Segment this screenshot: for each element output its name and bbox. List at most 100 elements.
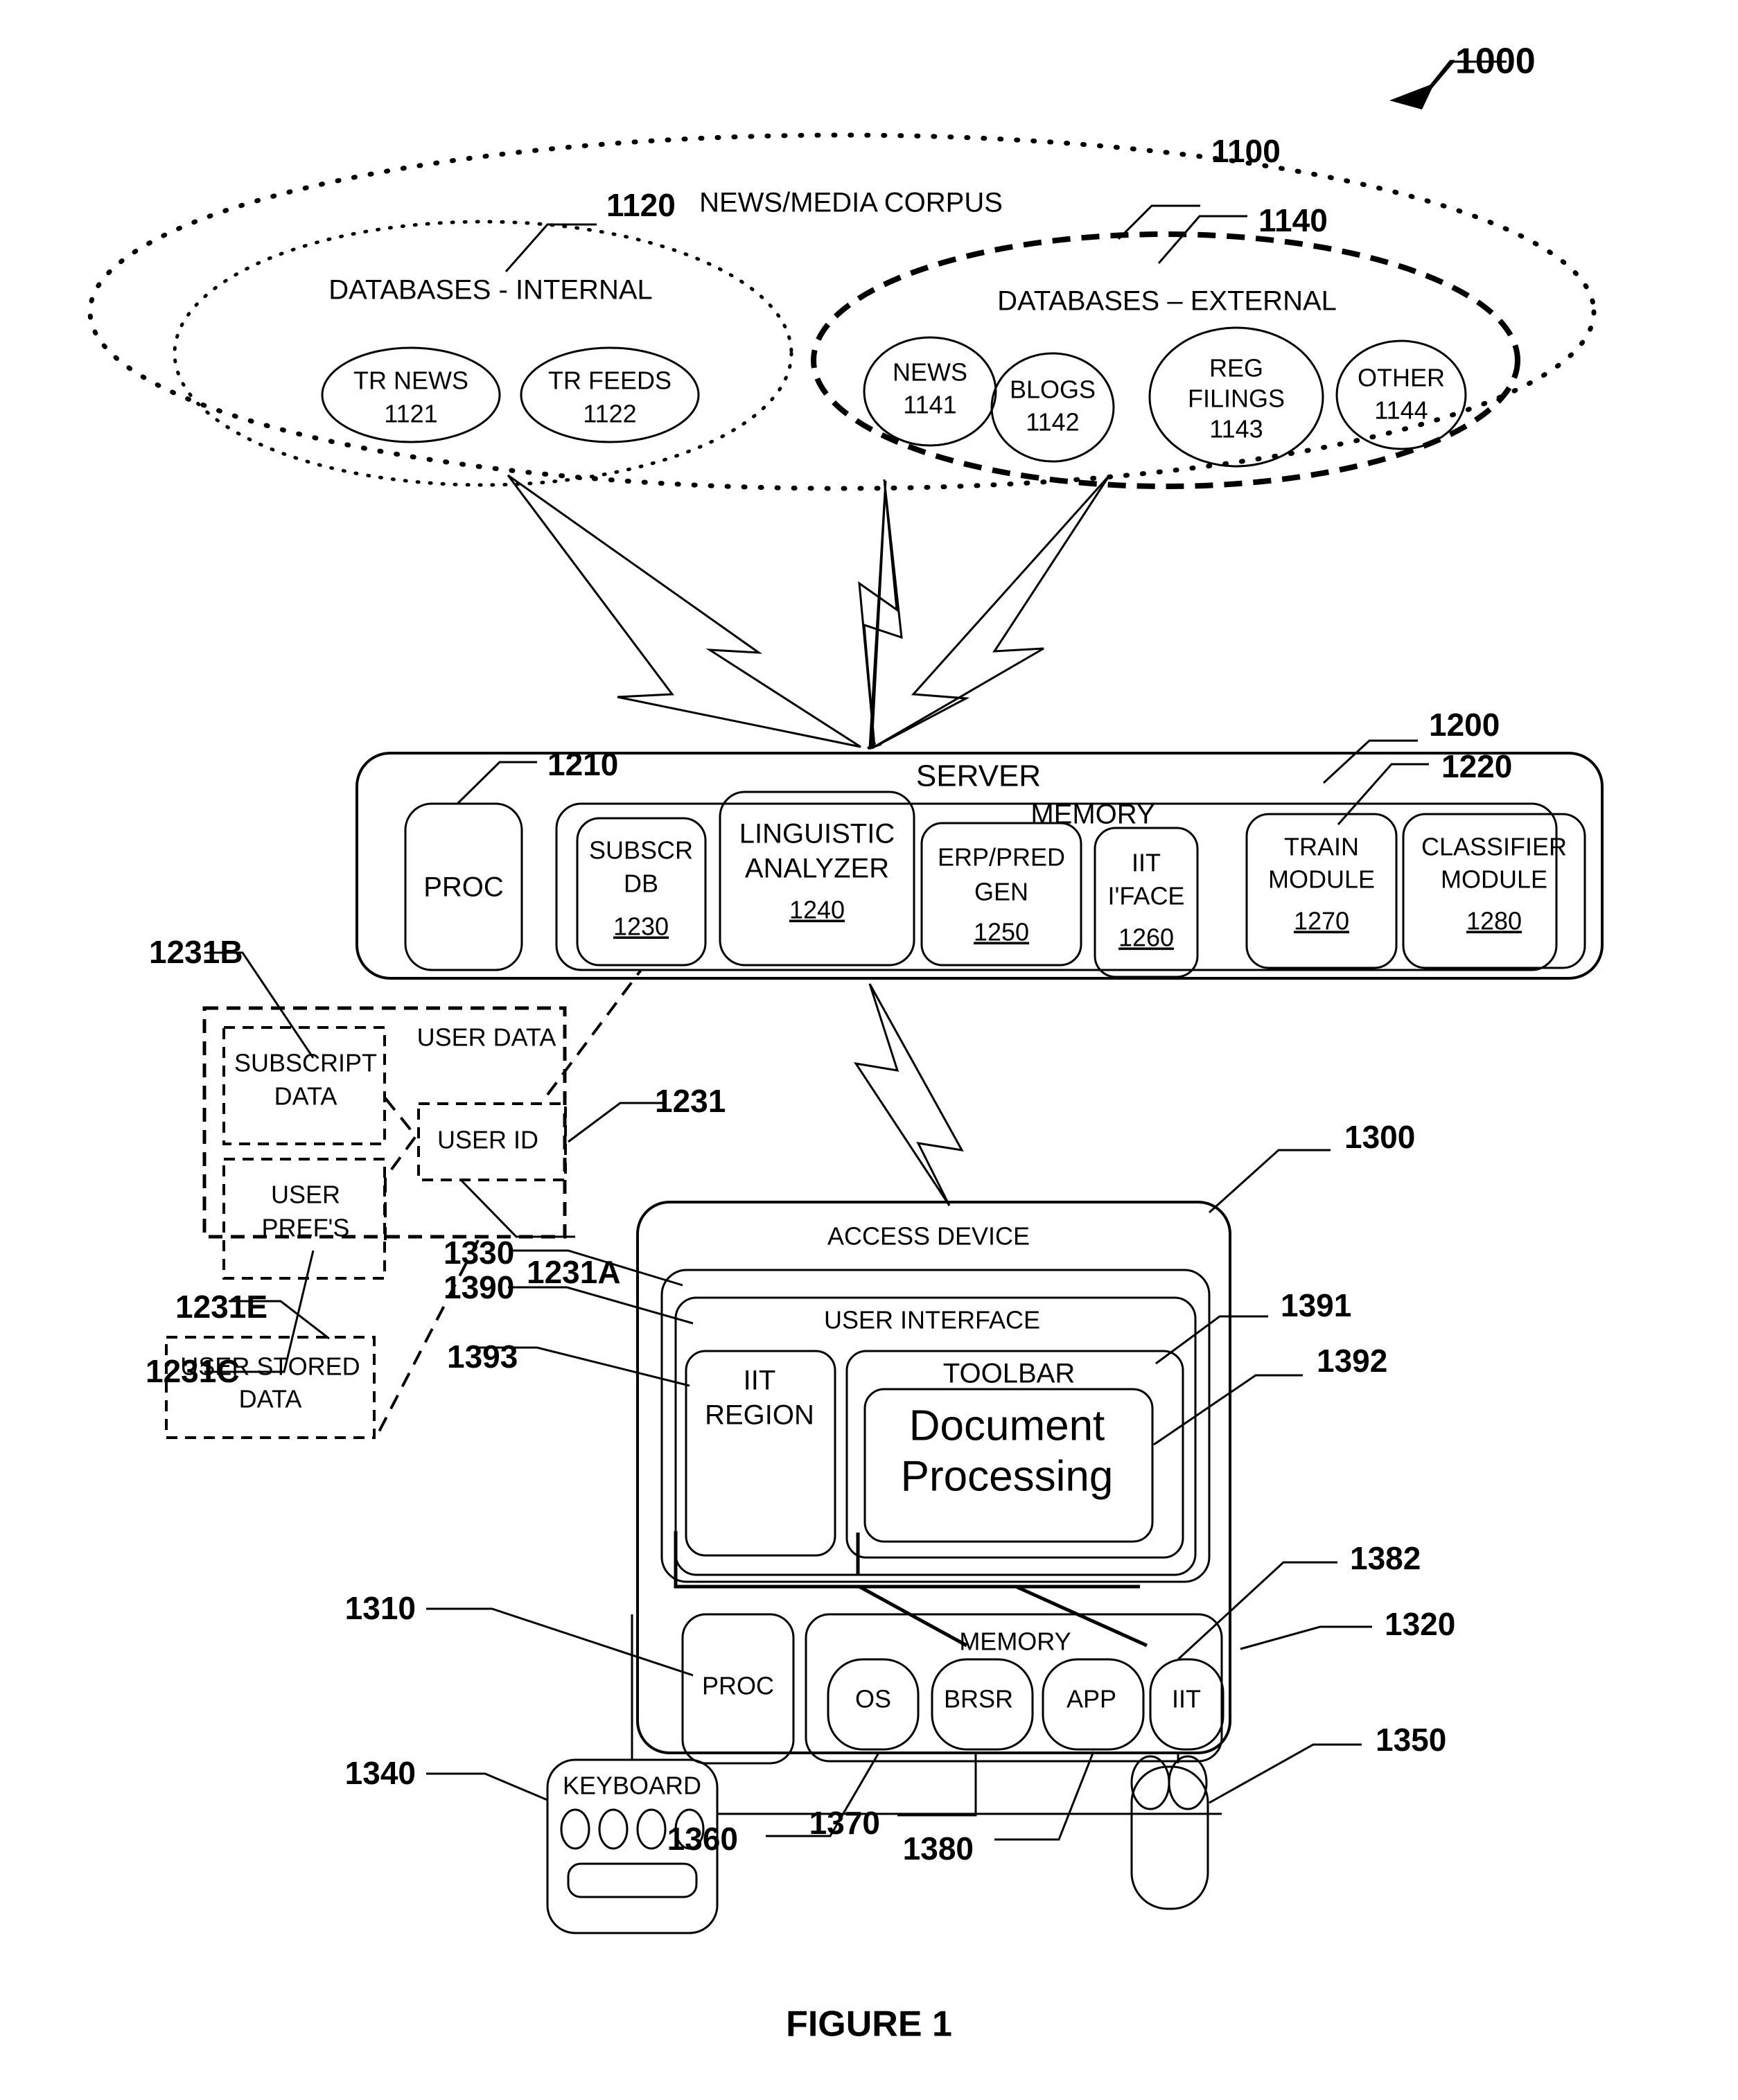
node-tr-news-ref: 1121 bbox=[384, 400, 437, 428]
node-other-ref: 1144 bbox=[1374, 396, 1428, 425]
leader-1100 bbox=[1117, 204, 1200, 240]
ref-1370: 1370 bbox=[809, 1805, 880, 1841]
module-classifier-line1: CLASSIFIER bbox=[1421, 833, 1567, 861]
leader-1320 bbox=[1240, 1625, 1372, 1650]
node-tr-feeds-ref: 1122 bbox=[583, 400, 636, 428]
ref-1390: 1390 bbox=[444, 1269, 514, 1305]
ref-1300: 1300 bbox=[1344, 1119, 1415, 1155]
ref-1120: 1120 bbox=[606, 187, 676, 223]
databases-internal-ellipse bbox=[173, 220, 793, 487]
server-proc-label: PROC bbox=[423, 872, 504, 903]
ref-1310: 1310 bbox=[345, 1590, 416, 1626]
databases-internal-title: DATABASES - INTERNAL bbox=[328, 275, 653, 306]
iit-region-line1: IIT bbox=[744, 1366, 776, 1396]
module-train-line2: MODULE bbox=[1268, 865, 1375, 894]
leader-1231A bbox=[459, 1179, 575, 1238]
module-train-line1: TRAIN bbox=[1284, 833, 1359, 861]
leader-1392 bbox=[1153, 1374, 1303, 1446]
leader-1210 bbox=[456, 761, 537, 805]
ref-1392: 1392 bbox=[1317, 1343, 1387, 1379]
ref-1391: 1391 bbox=[1281, 1287, 1351, 1323]
ref-1231B: 1231B bbox=[149, 934, 243, 970]
ref-1231A: 1231A bbox=[527, 1254, 621, 1290]
module-erp-ref: 1250 bbox=[974, 918, 1029, 946]
leader-1140 bbox=[1157, 215, 1247, 264]
leader-1391 bbox=[1155, 1315, 1268, 1365]
ref-1320: 1320 bbox=[1385, 1606, 1455, 1642]
node-tr-feeds-label: TR FEEDS bbox=[548, 367, 672, 395]
leader-1380 bbox=[994, 1751, 1095, 1841]
leader-1390 bbox=[508, 1286, 694, 1325]
device-memory-label: MEMORY bbox=[959, 1627, 1071, 1656]
device-proc-label: PROC bbox=[702, 1672, 774, 1700]
databases-external-title: DATABASES – EXTERNAL bbox=[997, 286, 1337, 317]
ref-1000: 1000 bbox=[1455, 42, 1536, 82]
node-reg-filings-label2: FILINGS bbox=[1188, 385, 1285, 413]
node-news-ref: 1141 bbox=[903, 391, 956, 419]
ref-1140: 1140 bbox=[1258, 202, 1328, 238]
leader-1350 bbox=[1209, 1743, 1362, 1804]
pointer-to-iit-memory bbox=[858, 1585, 968, 1648]
leader-1300 bbox=[1208, 1149, 1331, 1214]
node-tr-news bbox=[321, 346, 501, 443]
module-subscr-db-line2: DB bbox=[624, 870, 658, 898]
memory-app-app-label: APP bbox=[1066, 1685, 1116, 1713]
lightning-center bbox=[858, 479, 903, 748]
subscript-data-line2: DATA bbox=[274, 1082, 337, 1111]
memory-app-os-label: OS bbox=[855, 1685, 891, 1713]
iit-region-pointer bbox=[674, 1531, 1140, 1589]
ref-1340: 1340 bbox=[345, 1755, 416, 1791]
user-data-title: USER DATA bbox=[417, 1023, 556, 1052]
node-news-label: NEWS bbox=[893, 358, 967, 387]
user-prefs-line2: PREF'S bbox=[262, 1214, 350, 1242]
module-linguistic-ref: 1240 bbox=[789, 896, 845, 924]
node-other bbox=[1335, 339, 1467, 450]
module-erp-line2: GEN bbox=[974, 878, 1028, 906]
ref-1220: 1220 bbox=[1441, 748, 1512, 784]
node-reg-filings-ref: 1143 bbox=[1209, 415, 1263, 443]
document-processing-line1: Document bbox=[909, 1402, 1105, 1449]
lightning-right bbox=[871, 474, 1111, 750]
ref-1200: 1200 bbox=[1429, 707, 1500, 743]
node-tr-news-label: TR NEWS bbox=[353, 367, 468, 395]
module-iit-line1: IIT bbox=[1132, 849, 1161, 877]
node-other-label: OTHER bbox=[1358, 364, 1445, 392]
module-classifier-line2: MODULE bbox=[1441, 865, 1547, 894]
lightning-server-device bbox=[853, 983, 964, 1206]
figure-caption: FIGURE 1 bbox=[786, 2004, 952, 2045]
document-processing-line2: Processing bbox=[901, 1452, 1114, 1500]
user-data-to-subscr-db-link bbox=[546, 969, 642, 1096]
memory-app-brsr-label: BRSR bbox=[944, 1685, 1013, 1713]
module-subscr-db-line1: SUBSCR bbox=[589, 836, 693, 865]
keyboard-spacebar bbox=[567, 1862, 698, 1898]
module-erp-line1: ERP/PRED bbox=[938, 843, 1065, 872]
keyboard-key-2 bbox=[598, 1808, 629, 1850]
module-iit-ref: 1260 bbox=[1118, 924, 1174, 952]
module-subscr-db-ref: 1230 bbox=[613, 912, 669, 941]
keyboard-key-1 bbox=[560, 1808, 590, 1850]
module-linguistic-line1: LINGUISTIC bbox=[739, 819, 895, 849]
module-train-ref: 1270 bbox=[1294, 907, 1349, 935]
figure-canvas: NEWS/MEDIA CORPUS 1100 DATABASES - INTER… bbox=[87, 42, 1604, 2045]
lightning-left bbox=[507, 474, 861, 748]
subscript-data-line1: SUBSCRIPT bbox=[234, 1049, 377, 1077]
ref-1382: 1382 bbox=[1350, 1540, 1421, 1576]
user-stored-line1: USER STORED bbox=[180, 1352, 360, 1381]
memory-app-iit-label: IIT bbox=[1172, 1685, 1201, 1713]
node-blogs-label: BLOGS bbox=[1010, 376, 1096, 404]
toolbar-label: TOOLBAR bbox=[943, 1359, 1075, 1389]
keyboard-label: KEYBOARD bbox=[563, 1772, 701, 1800]
module-linguistic-line2: ANALYZER bbox=[745, 854, 889, 884]
node-blogs-ref: 1142 bbox=[1026, 408, 1079, 436]
user-interface-title: USER INTERFACE bbox=[824, 1306, 1040, 1334]
ref-1330: 1330 bbox=[444, 1235, 514, 1271]
ref-1231E: 1231E bbox=[175, 1289, 267, 1325]
user-id-label: USER ID bbox=[437, 1126, 538, 1154]
leader-1340 bbox=[426, 1772, 548, 1801]
user-prefs-line1: USER bbox=[271, 1181, 340, 1209]
iit-region-line2: REGION bbox=[705, 1400, 814, 1431]
ref-1100: 1100 bbox=[1211, 133, 1281, 169]
leader-1310 bbox=[426, 1607, 694, 1677]
ref-1393: 1393 bbox=[447, 1339, 518, 1375]
server-title: SERVER bbox=[916, 759, 1041, 793]
